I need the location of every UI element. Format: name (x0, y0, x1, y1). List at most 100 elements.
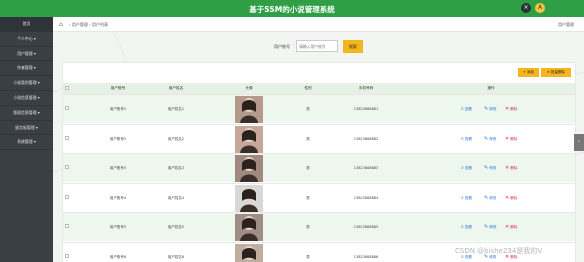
column-header-actions: 操作 (487, 86, 495, 90)
close-icon: ✕ (505, 224, 510, 230)
search-icon: ⌕ (461, 165, 464, 171)
cell-name: 用户姓名1 (167, 107, 185, 111)
delete-button[interactable]: ✕删除 (505, 224, 517, 230)
edit-button[interactable]: ✎修改 (484, 224, 496, 230)
sidebar-item-novel-info[interactable]: 小说信息管理 ▾ (0, 91, 53, 106)
cell-gender: 男 (306, 196, 310, 200)
search-icon: ⌕ (461, 136, 464, 142)
sidebar-item-system[interactable]: 系统管理 ▾ (0, 135, 53, 151)
delete-button[interactable]: ✕删除 (505, 195, 517, 201)
sidebar-item-author-management[interactable]: 作者管理 ▾ (0, 61, 53, 77)
row-checkbox[interactable] (65, 106, 69, 110)
breadcrumb: ⌂ › 用户管理 › 用户列表 用户管理 (53, 17, 584, 32)
cell-account: 用户账号4 (109, 196, 127, 200)
cell-name: 用户姓名4 (167, 196, 185, 200)
avatar (235, 185, 263, 212)
avatar (235, 214, 263, 241)
home-icon[interactable]: ⌂ (59, 21, 63, 28)
table-row: 用户账号1 用户姓名1 男 13823888881 ⌕查看 ✎修改 ✕删除 (63, 94, 575, 123)
row-checkbox[interactable] (65, 224, 69, 228)
table-header: 用户账号 用户姓名 头像 性别 手机号码 操作 (63, 83, 575, 94)
column-header-gender: 性别 (304, 86, 312, 90)
cell-phone: 13823888881 (353, 107, 379, 111)
row-checkbox[interactable] (65, 195, 69, 199)
edit-button[interactable]: ✎修改 (484, 165, 496, 171)
view-button[interactable]: ⌕查看 (461, 224, 472, 230)
table-row: 用户账号5 用户姓名5 男 13823888885 ⌕查看 ✎修改 ✕删除 (63, 212, 575, 241)
cell-phone: 13823888883 (353, 166, 379, 170)
search-label: 用户账号 (274, 44, 290, 49)
search-icon: ⌕ (461, 195, 464, 201)
search-icon: ⌕ (461, 106, 464, 112)
edit-button[interactable]: ✎修改 (484, 195, 496, 201)
column-header-name: 用户姓名 (168, 86, 184, 90)
pencil-icon: ✎ (484, 106, 489, 112)
cell-phone: 13823888885 (353, 225, 379, 229)
cell-gender: 男 (306, 166, 310, 170)
cell-name: 用户姓名3 (167, 166, 185, 170)
add-button[interactable]: + 添加 (518, 68, 539, 77)
top-header: 基于SSM的小说管理系统 × A (0, 0, 584, 17)
search-button[interactable]: 搜索 (343, 40, 363, 53)
collapse-tab-icon[interactable]: ‹ (574, 134, 584, 151)
user-list-panel: + 添加 ✕ 批量删除 用户账号 用户姓名 头像 性别 手机号码 操作 用户账号… (62, 62, 576, 262)
view-button[interactable]: ⌕查看 (461, 165, 472, 171)
search-icon: ⌕ (461, 224, 464, 230)
view-button[interactable]: ⌕查看 (461, 106, 472, 112)
view-button[interactable]: ⌕查看 (461, 195, 472, 201)
pencil-icon: ✎ (484, 136, 489, 142)
avatar (235, 155, 263, 182)
sidebar-item-novel-category[interactable]: 小说类别管理 ▾ (0, 76, 53, 91)
cell-name: 用户姓名5 (167, 225, 185, 229)
column-header-phone: 手机号码 (358, 86, 374, 90)
close-icon: ✕ (505, 106, 510, 112)
row-checkbox[interactable] (65, 165, 69, 169)
edit-button[interactable]: ✎修改 (484, 106, 496, 112)
search-input[interactable] (296, 40, 338, 52)
user-avatar-icon[interactable]: A (535, 3, 545, 13)
row-checkbox[interactable] (65, 254, 69, 258)
column-header-avatar: 头像 (245, 86, 253, 90)
table-row: 用户账号4 用户姓名4 男 13823888884 ⌕查看 ✎修改 ✕删除 (63, 183, 575, 212)
cell-name: 用户姓名2 (167, 137, 185, 141)
app-title: 基于SSM的小说管理系统 (249, 5, 335, 14)
sidebar-item-message-board[interactable]: 留言板管理 ▾ (0, 121, 53, 136)
cell-account: 用户账号1 (109, 107, 127, 111)
breadcrumb-path: › 用户管理 › 用户列表 (69, 22, 109, 27)
close-icon: ✕ (505, 165, 510, 171)
cell-account: 用户账号3 (109, 166, 127, 170)
avatar (235, 126, 263, 153)
pencil-icon: ✎ (484, 165, 489, 171)
cell-account: 用户账号6 (109, 255, 127, 259)
close-icon: ✕ (505, 136, 510, 142)
row-checkbox[interactable] (65, 136, 69, 140)
pencil-icon: ✎ (484, 195, 489, 201)
sidebar-item-copyright[interactable]: 版权信息管理 ▾ (0, 106, 53, 121)
breadcrumb-current: 用户管理 (558, 22, 574, 27)
delete-button[interactable]: ✕删除 (505, 106, 517, 112)
table-row: 用户账号3 用户姓名3 男 13823888883 ⌕查看 ✎修改 ✕删除 (63, 153, 575, 182)
cell-phone: 13823888882 (353, 137, 379, 141)
table-row: 用户账号2 用户姓名2 男 13823888882 ⌕查看 ✎修改 ✕删除 (63, 124, 575, 153)
cell-gender: 男 (306, 225, 310, 229)
cell-account: 用户账号2 (109, 137, 127, 141)
cell-phone: 13823888884 (353, 196, 379, 200)
batch-delete-button[interactable]: ✕ 批量删除 (541, 68, 571, 77)
pencil-icon: ✎ (484, 224, 489, 230)
close-icon[interactable]: × (521, 3, 531, 13)
cell-phone: 13823888886 (353, 255, 379, 259)
view-button[interactable]: ⌕查看 (461, 136, 472, 142)
sidebar-item-personal-center[interactable]: 个人中心 ▾ (0, 32, 53, 47)
avatar (235, 244, 263, 262)
delete-button[interactable]: ✕删除 (505, 165, 517, 171)
cell-gender: 男 (306, 255, 310, 259)
select-all-checkbox[interactable] (65, 86, 69, 90)
sidebar-item-home[interactable]: 首页 (0, 17, 53, 32)
cell-gender: 男 (306, 107, 310, 111)
sidebar: 首页 个人中心 ▾ 用户管理 ▾ 作者管理 ▾ 小说类别管理 ▾ 小说信息管理 … (0, 17, 53, 262)
edit-button[interactable]: ✎修改 (484, 136, 496, 142)
sidebar-item-user-management[interactable]: 用户管理 ▾ (0, 47, 53, 62)
cell-gender: 男 (306, 137, 310, 141)
column-header-account: 用户账号 (110, 86, 126, 90)
delete-button[interactable]: ✕删除 (505, 136, 517, 142)
